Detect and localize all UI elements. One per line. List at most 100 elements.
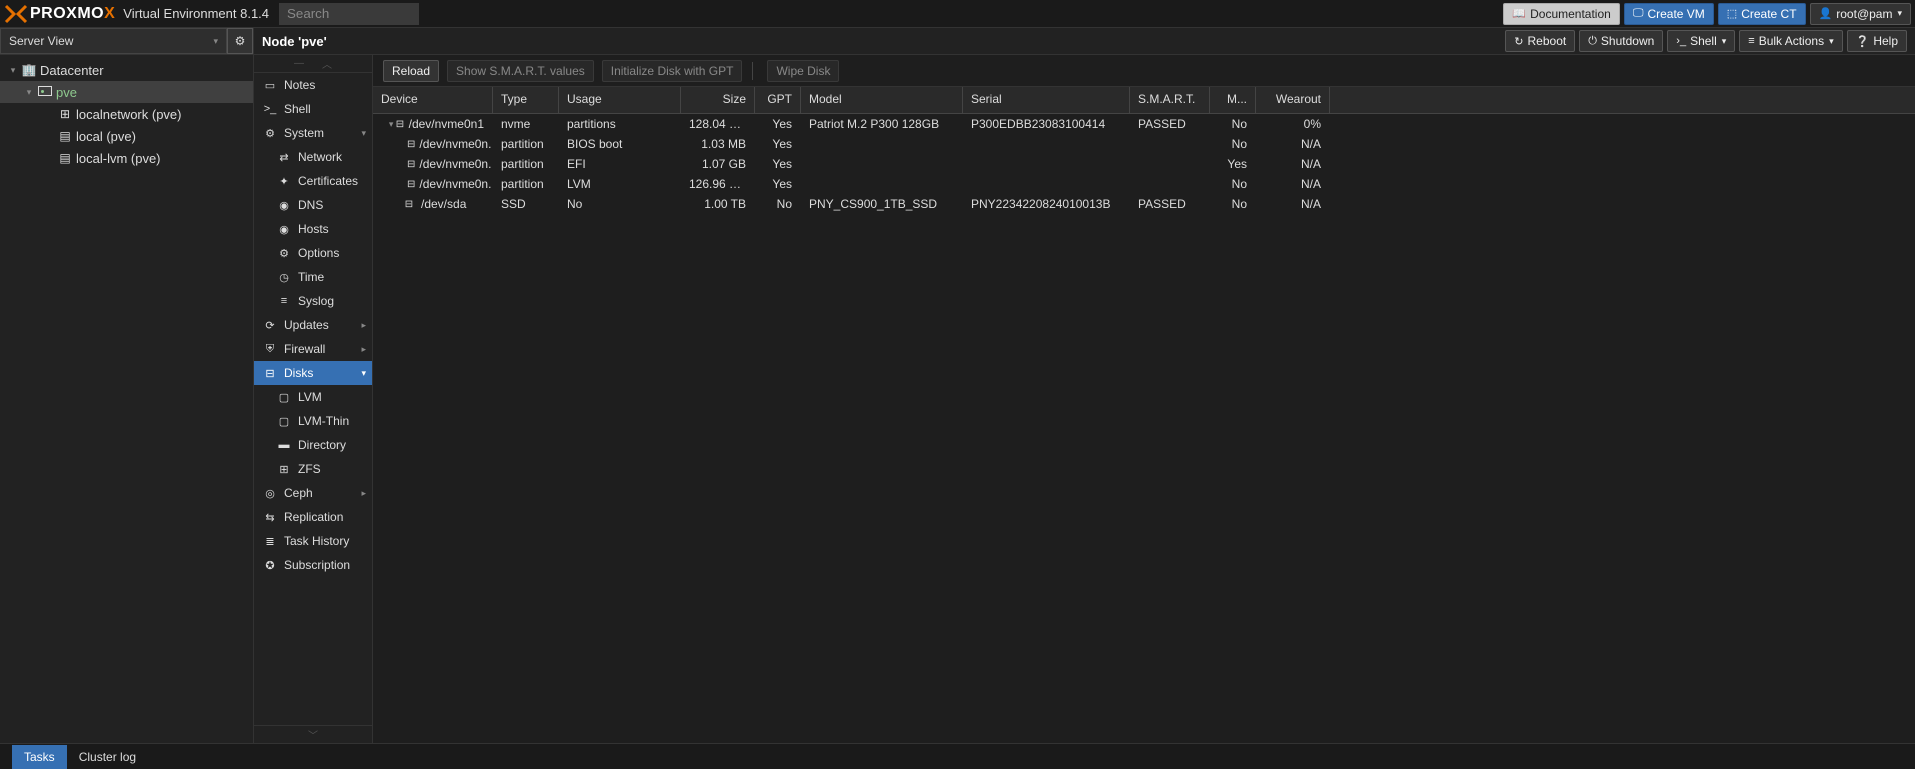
disk-icon: ⊟ [395, 119, 404, 130]
subnav-subscription[interactable]: ✪Subscription [254, 553, 372, 577]
subnav-collapse-toggle[interactable]: — ︿ [254, 55, 372, 73]
tab-tasks[interactable]: Tasks [12, 745, 67, 769]
tree-datacenter[interactable]: ▾ 🏢 Datacenter [0, 59, 253, 81]
show-smart-button[interactable]: Show S.M.A.R.T. values [447, 60, 594, 82]
resource-tree: ▾ 🏢 Datacenter ▾ pve ⊞localnetwork (pve)… [0, 55, 253, 743]
bottom-log-bar: Tasks Cluster log [0, 743, 1915, 769]
nav-icon: ▭ [262, 79, 278, 92]
expander-icon: ▾ [387, 119, 395, 130]
subnav-disks[interactable]: ⊟Disks▾ [254, 361, 372, 385]
subnav-replication[interactable]: ⇆Replication [254, 505, 372, 529]
col-device[interactable]: Device [373, 87, 493, 113]
subnav-options[interactable]: ⚙Options [254, 241, 372, 265]
node-subnav: — ︿ ▭Notes>_Shell⚙System▾⇄Network✦Certif… [254, 55, 373, 743]
nav-icon: ✪ [262, 559, 278, 572]
subnav-lvm[interactable]: ▢LVM [254, 385, 372, 409]
version-label: Virtual Environment 8.1.4 [123, 6, 269, 21]
tree-storage-item[interactable]: ⊞localnetwork (pve) [0, 103, 253, 125]
chevron-down-icon: ▾ [213, 36, 218, 47]
toolbar-separator [752, 62, 753, 80]
expander-icon: ▾ [6, 65, 20, 76]
logo-icon [4, 4, 28, 24]
chevron-down-icon: ﹀ [308, 727, 318, 742]
reboot-button[interactable]: ↻Reboot [1505, 30, 1575, 52]
col-usage[interactable]: Usage [559, 87, 681, 113]
tree-storage-item[interactable]: ▤local (pve) [0, 125, 253, 147]
subnav-system[interactable]: ⚙System▾ [254, 121, 372, 145]
building-icon: 🏢 [20, 63, 38, 77]
nav-icon: ⛨ [262, 343, 278, 356]
logo-text: PROXMOX [30, 5, 115, 23]
nav-icon: >_ [262, 103, 278, 115]
user-menu[interactable]: 👤root@pam▾ [1810, 3, 1911, 25]
nav-icon: ▬ [276, 439, 292, 451]
subnav-shell[interactable]: >_Shell [254, 97, 372, 121]
col-mounted[interactable]: M... [1210, 87, 1256, 113]
nav-icon: ✦ [276, 175, 292, 188]
disk-row[interactable]: ⊟ /dev/nvme0n... partition EFI 1.07 GB Y… [373, 154, 1915, 174]
col-size[interactable]: Size [681, 87, 755, 113]
create-ct-button[interactable]: ⬚Create CT [1718, 3, 1806, 25]
subnav-certificates[interactable]: ✦Certificates [254, 169, 372, 193]
shutdown-button[interactable]: ⏻Shutdown [1579, 30, 1663, 52]
subnav-syslog[interactable]: ≡Syslog [254, 289, 372, 313]
nav-icon: ⚙ [276, 247, 292, 260]
collapse-left-icon: — [294, 58, 304, 69]
subnav-directory[interactable]: ▬Directory [254, 433, 372, 457]
tree-settings-button[interactable]: ⚙ [227, 28, 253, 54]
subnav-scroll-down[interactable]: ﹀ [254, 725, 372, 743]
server-icon [36, 85, 54, 99]
subnav-lvm-thin[interactable]: ▢LVM-Thin [254, 409, 372, 433]
nav-icon: ◉ [276, 223, 292, 236]
subnav-notes[interactable]: ▭Notes [254, 73, 372, 97]
subnav-updates[interactable]: ⟳Updates▸ [254, 313, 372, 337]
subnav-zfs[interactable]: ⊞ZFS [254, 457, 372, 481]
subnav-firewall[interactable]: ⛨Firewall▸ [254, 337, 372, 361]
col-type[interactable]: Type [493, 87, 559, 113]
nav-icon: ⇆ [262, 511, 278, 524]
col-smart[interactable]: S.M.A.R.T. [1130, 87, 1210, 113]
initialize-gpt-button[interactable]: Initialize Disk with GPT [602, 60, 743, 82]
storage-icon: ▤ [56, 129, 74, 143]
nav-icon: ⊞ [276, 463, 292, 476]
disk-toolbar: Reload Show S.M.A.R.T. values Initialize… [373, 55, 1915, 87]
chevron-right-icon: ▸ [361, 344, 366, 355]
subnav-hosts[interactable]: ◉Hosts [254, 217, 372, 241]
expander-icon: ▾ [22, 87, 36, 98]
chevron-down-icon: ▾ [1829, 36, 1834, 47]
tab-cluster-log[interactable]: Cluster log [67, 745, 148, 769]
help-button[interactable]: ❔Help [1847, 30, 1907, 52]
nav-icon: ◷ [276, 271, 292, 284]
col-gpt[interactable]: GPT [755, 87, 801, 113]
wipe-disk-button[interactable]: Wipe Disk [767, 60, 839, 82]
shell-button[interactable]: ›_Shell▾ [1667, 30, 1735, 52]
view-selector[interactable]: Server View ▾ [0, 28, 227, 54]
user-icon: 👤 [1819, 7, 1833, 20]
col-wearout[interactable]: Wearout [1256, 87, 1330, 113]
subnav-network[interactable]: ⇄Network [254, 145, 372, 169]
create-vm-button[interactable]: 🖵Create VM [1624, 3, 1714, 25]
col-model[interactable]: Model [801, 87, 963, 113]
disk-row[interactable]: ⊟ /dev/nvme0n... partition LVM 126.96 GB… [373, 174, 1915, 194]
disk-row[interactable]: ⊟ /dev/sda SSD No 1.00 TB No PNY_CS900_1… [373, 194, 1915, 214]
page-title: Node 'pve' [262, 34, 327, 49]
tree-storage-item[interactable]: ▤local-lvm (pve) [0, 147, 253, 169]
documentation-button[interactable]: 📖Documentation [1503, 3, 1619, 25]
disk-row[interactable]: ▾ ⊟ /dev/nvme0n1 nvme partitions 128.04 … [373, 114, 1915, 134]
subnav-dns[interactable]: ◉DNS [254, 193, 372, 217]
terminal-icon: ›_ [1676, 35, 1686, 47]
disk-row[interactable]: ⊟ /dev/nvme0n... partition BIOS boot 1.0… [373, 134, 1915, 154]
power-icon: ⏻ [1588, 35, 1597, 48]
subnav-task-history[interactable]: ≣Task History [254, 529, 372, 553]
reload-button[interactable]: Reload [383, 60, 439, 82]
bulk-actions-button[interactable]: ≡Bulk Actions▾ [1739, 30, 1842, 52]
subnav-time[interactable]: ◷Time [254, 265, 372, 289]
content-header: Node 'pve' ↻Reboot ⏻Shutdown ›_Shell▾ ≡B… [254, 28, 1915, 55]
subnav-ceph[interactable]: ◎Ceph▸ [254, 481, 372, 505]
tree-node-pve[interactable]: ▾ pve [0, 81, 253, 103]
nav-icon: ⊟ [262, 367, 278, 380]
search-input[interactable] [279, 3, 419, 25]
disk-icon: ⊟ [401, 199, 417, 210]
col-serial[interactable]: Serial [963, 87, 1130, 113]
chevron-down-icon: ▾ [1897, 8, 1902, 19]
